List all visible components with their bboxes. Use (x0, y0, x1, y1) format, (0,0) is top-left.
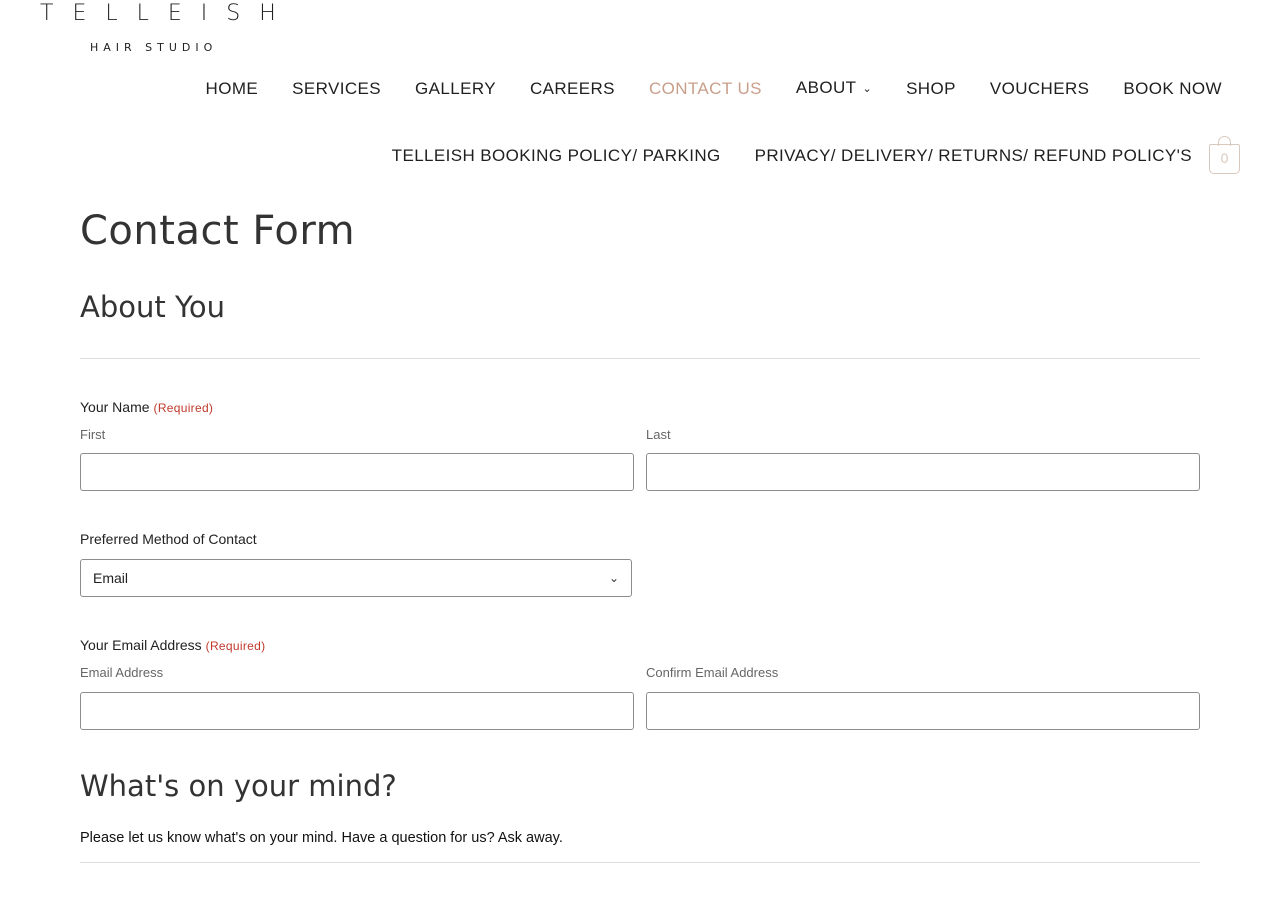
nav-about[interactable]: ABOUT ⌄ (796, 76, 872, 102)
page-title: Contact Form (80, 208, 356, 254)
section-description: Please let us know what's on your mind. … (80, 830, 563, 846)
cart-count: 0 (1209, 144, 1240, 174)
nav-book-now[interactable]: BOOK NOW (1123, 77, 1222, 101)
confirm-email-label: Confirm Email Address (646, 665, 779, 680)
required-marker: (Required) (205, 639, 266, 653)
contact-method-value: Email (93, 570, 129, 586)
nav-privacy-policy[interactable]: PRIVACY/ DELIVERY/ RETURNS/ REFUND POLIC… (755, 144, 1192, 168)
contact-method-select[interactable]: Email ⌄ (80, 559, 632, 597)
last-name-input[interactable] (646, 453, 1200, 491)
section-whats-on-your-mind: What's on your mind? (80, 769, 397, 803)
nav-gallery[interactable]: GALLERY (415, 77, 496, 101)
nav-contact-us[interactable]: CONTACT US (649, 77, 762, 101)
first-name-label: First (80, 427, 106, 442)
divider (80, 358, 1200, 359)
required-marker: (Required) (153, 401, 214, 415)
email-label: Your Email Address (Required) (80, 637, 265, 653)
first-name-input[interactable] (80, 453, 634, 491)
nav-careers[interactable]: CAREERS (530, 77, 615, 101)
nav-booking-policy[interactable]: TELLEISH BOOKING POLICY/ PARKING (392, 144, 721, 168)
confirm-email-input[interactable] (646, 692, 1200, 730)
nav-services[interactable]: SERVICES (292, 77, 381, 101)
email-address-label: Email Address (80, 665, 164, 680)
chevron-down-icon: ⌄ (608, 571, 619, 585)
secondary-nav: TELLEISH BOOKING POLICY/ PARKING PRIVACY… (358, 144, 1192, 168)
section-about-you: About You (80, 290, 225, 324)
nav-about-label: ABOUT (795, 78, 857, 97)
site-logo[interactable]: TELLEISH HAIR STUDIO (40, 0, 295, 54)
logo-name: TELLEISH (40, 1, 295, 26)
email-input[interactable] (80, 692, 634, 730)
chevron-down-icon: ⌄ (862, 83, 873, 95)
last-name-label: Last (646, 427, 671, 442)
name-label: Your Name (Required) (80, 399, 213, 415)
logo-subtitle: HAIR STUDIO (90, 41, 218, 54)
nav-home[interactable]: HOME (206, 77, 259, 101)
contact-method-label: Preferred Method of Contact (80, 531, 257, 547)
name-label-text: Your Name (80, 399, 150, 415)
divider (80, 862, 1200, 863)
nav-vouchers[interactable]: VOUCHERS (990, 77, 1090, 101)
email-label-text: Your Email Address (80, 637, 202, 653)
nav-shop[interactable]: SHOP (906, 77, 956, 101)
cart-button[interactable]: 0 (1209, 136, 1240, 174)
main-nav: HOME SERVICES GALLERY CAREERS CONTACT US… (172, 76, 1222, 102)
